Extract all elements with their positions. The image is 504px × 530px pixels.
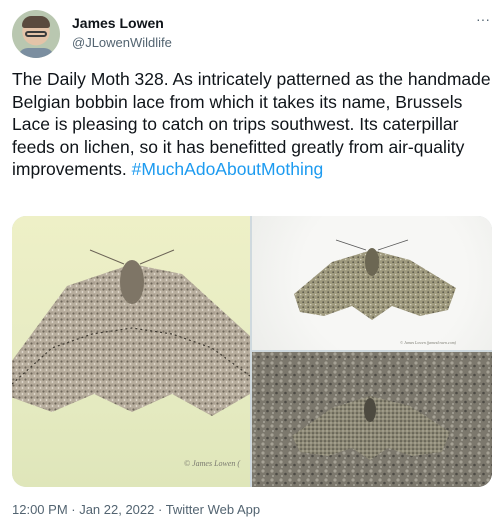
moth-illustration-lichen bbox=[252, 352, 492, 487]
avatar-glasses bbox=[25, 31, 47, 37]
moth-illustration-large bbox=[12, 249, 250, 416]
photo-credit: © James Lowen ( bbox=[184, 459, 241, 468]
moth-photo-large[interactable]: © James Lowen ( bbox=[12, 216, 250, 487]
avatar-shirt bbox=[18, 48, 54, 58]
tweet-text: The Daily Moth 328. As intricately patte… bbox=[12, 68, 496, 181]
photo-credit-small: © James Lowen (jameslowen.com) bbox=[400, 340, 456, 345]
tweet: James Lowen @JLowenWildlife ··· The Dail… bbox=[0, 0, 504, 530]
avatar[interactable] bbox=[12, 10, 60, 58]
media-grid: © James Lowen ( © James Lowen (jameslowe… bbox=[12, 216, 492, 487]
hashtag-link[interactable]: #MuchAdoAboutMothing bbox=[132, 159, 324, 179]
moth-photo-white[interactable]: © James Lowen (jameslowen.com) bbox=[252, 216, 492, 350]
moth-illustration-white bbox=[294, 239, 456, 320]
user-handle[interactable]: @JLowenWildlife bbox=[72, 35, 172, 50]
more-options-icon[interactable]: ··· bbox=[473, 12, 493, 30]
tweet-timestamp[interactable]: 12:00 PM · Jan 22, 2022 · Twitter Web Ap… bbox=[12, 502, 260, 517]
display-name[interactable]: James Lowen bbox=[72, 15, 164, 31]
moth-photo-lichen[interactable] bbox=[252, 352, 492, 487]
avatar-hair bbox=[22, 16, 50, 28]
